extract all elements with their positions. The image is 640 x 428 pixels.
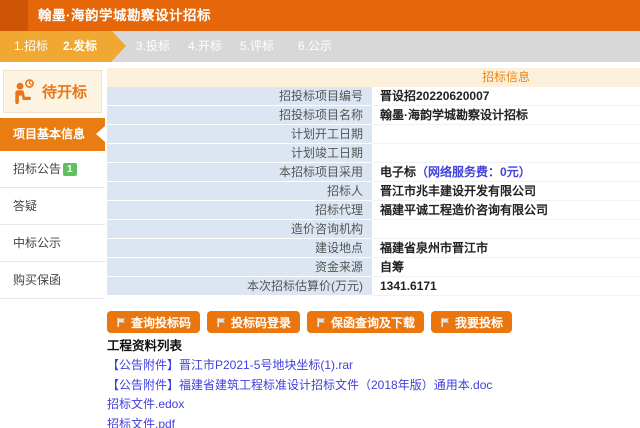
row-label: 计划竣工日期 [107,144,372,163]
row-value: 翰墨·海韵学城勘察设计招标 [372,106,640,125]
file-link-announcement-attachment-rar[interactable]: 【公告附件】晋江市P2021-5号地块坐标(1).rar [107,356,627,376]
file-list-title: 工程资料列表 [107,336,627,356]
sidebar-item-tender-announcement[interactable]: 招标公告1 [0,151,105,188]
sidebar-item-label: 购买保函 [13,273,61,287]
section-title: 招标信息 [372,68,640,87]
row-value: 1341.6171 [372,277,640,296]
table-row: 造价咨询机构 [107,220,640,239]
tab-step-3-toubiao[interactable]: 3.投标 [136,31,170,62]
table-row: 计划竣工日期 [107,144,640,163]
row-label: 造价咨询机构 [107,220,372,239]
flag-icon [116,317,127,328]
file-link-tender-document-edox[interactable]: 招标文件.edox [107,395,627,415]
row-value: 晋设招20220620007 [372,87,640,106]
file-link-tender-document-pdf[interactable]: 招标文件.pdf [107,415,627,428]
sidebar-item-label: 招标公告 [13,162,61,176]
tab-step-4-kaibiao[interactable]: 4.开标 [188,31,222,62]
tab-step-6-gongshi[interactable]: 6.公示 [298,31,332,62]
flag-icon [216,317,227,328]
waiting-person-clock-icon [12,78,36,106]
table-row: 招标代理 福建平诚工程造价咨询有限公司 [107,201,640,220]
action-buttons: 查询投标码 投标码登录 保函查询及下载 我要投标 [107,311,512,333]
row-label: 本次招标估算价(万元) [107,277,372,296]
row-value: 晋江市兆丰建设开发有限公司 [372,182,640,201]
status-label: 待开标 [42,81,87,102]
network-fee-note: （网络服务费：0元） [416,165,531,179]
status-box: 待开标 [3,70,102,113]
row-label: 建设地点 [107,239,372,258]
tab-step-5-pingbiao[interactable]: 5.评标 [240,31,274,62]
row-label: 招标代理 [107,201,372,220]
tender-info-table: 招标信息 招投标项目编号 晋设招20220620007 招投标项目名称 翰墨·海… [107,68,640,296]
step-tabbar: 1.招标 2.发标 3.投标 4.开标 5.评标 6.公示 [0,31,640,62]
flag-icon [316,317,327,328]
sidebar-item-label: 答疑 [13,199,37,213]
row-value [372,125,640,144]
table-row: 招标人 晋江市兆丰建设开发有限公司 [107,182,640,201]
project-title: 翰墨·海韵学城勘察设计招标 [38,0,211,31]
row-label: 招投标项目编号 [107,87,372,106]
table-row: 计划开工日期 [107,125,640,144]
table-row: 招投标项目名称 翰墨·海韵学城勘察设计招标 [107,106,640,125]
row-value: 福建平诚工程造价咨询有限公司 [372,201,640,220]
title-bar: 翰墨·海韵学城勘察设计招标 [0,0,640,31]
sidebar: 待开标 项目基本信息 招标公告1 答疑 中标公示 购买保函 [0,62,105,428]
row-value: 电子标（网络服务费：0元） [372,163,640,182]
row-label: 本招标项目采用 [107,163,372,182]
sidebar-item-label: 中标公示 [13,236,61,250]
table-row: 资金来源 自筹 [107,258,640,277]
row-label: 招标人 [107,182,372,201]
table-section-header: 招标信息 [107,68,640,87]
file-link-announcement-attachment-doc[interactable]: 【公告附件】福建省建筑工程标准设计招标文件（2018年版）通用本.doc [107,376,627,396]
table-row: 本次招标估算价(万元) 1341.6171 [107,277,640,296]
row-value [372,220,640,239]
row-label: 资金来源 [107,258,372,277]
row-value [372,144,640,163]
row-label: 计划开工日期 [107,125,372,144]
tab-step-1-zhaobiao[interactable]: 1.招标 [14,31,48,62]
table-row: 招投标项目编号 晋设招20220620007 [107,87,640,106]
row-value: 福建省泉州市晋江市 [372,239,640,258]
sidebar-item-project-basic-info[interactable]: 项目基本信息 [0,118,105,151]
logo-square [0,0,28,31]
bid-code-login-button[interactable]: 投标码登录 [207,311,300,333]
sidebar-menu: 招标公告1 答疑 中标公示 购买保函 [0,151,105,299]
bidding-platform-page: 翰墨·海韵学城勘察设计招标 1.招标 2.发标 3.投标 4.开标 5.评标 6… [0,0,640,428]
flag-icon [440,317,451,328]
i-want-to-bid-button[interactable]: 我要投标 [431,311,512,333]
guarantee-query-download-button[interactable]: 保函查询及下载 [307,311,424,333]
project-file-list: 工程资料列表 【公告附件】晋江市P2021-5号地块坐标(1).rar 【公告附… [107,336,627,428]
sidebar-item-label: 项目基本信息 [13,127,85,141]
table-row: 建设地点 福建省泉州市晋江市 [107,239,640,258]
sidebar-item-award-publicity[interactable]: 中标公示 [0,225,105,262]
count-badge: 1 [63,163,77,176]
sidebar-item-buy-guarantee[interactable]: 购买保函 [0,262,105,299]
row-value: 自筹 [372,258,640,277]
query-bid-code-button[interactable]: 查询投标码 [107,311,200,333]
row-label: 招投标项目名称 [107,106,372,125]
tab-step-2-fabiao[interactable]: 2.发标 [63,31,97,62]
sidebar-item-qa[interactable]: 答疑 [0,188,105,225]
table-row: 本招标项目采用 电子标（网络服务费：0元） [107,163,640,182]
chevron-right-icon [112,31,126,61]
active-item-arrow-icon [96,126,105,142]
